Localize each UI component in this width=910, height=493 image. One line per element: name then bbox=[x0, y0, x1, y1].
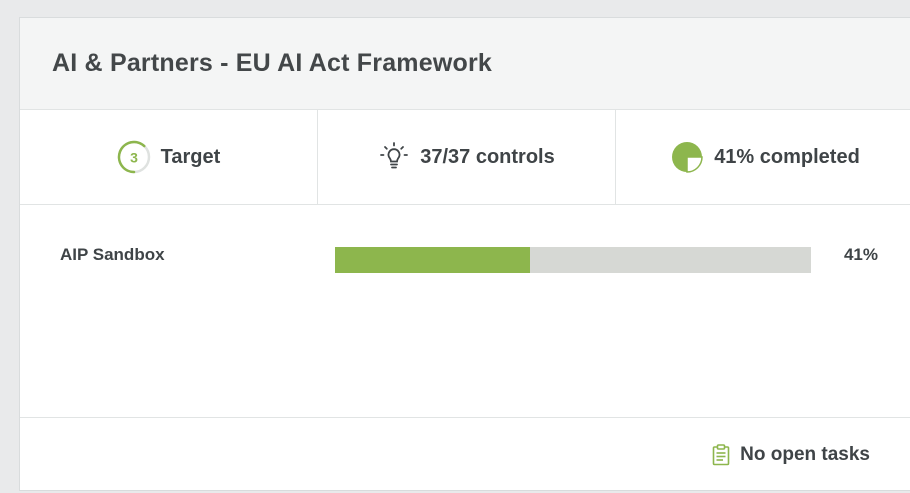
progress-bar bbox=[335, 247, 811, 273]
progress-row[interactable]: AIP Sandbox 41% bbox=[20, 245, 910, 273]
clipboard-icon bbox=[712, 444, 730, 466]
row-percent: 41% bbox=[843, 245, 878, 264]
open-tasks-label[interactable]: No open tasks bbox=[740, 444, 870, 466]
target-number: 3 bbox=[130, 150, 138, 166]
completed-label: 41% completed bbox=[714, 145, 860, 168]
progress-bar-fill bbox=[335, 247, 531, 273]
progress-list: AIP Sandbox 41% bbox=[20, 205, 910, 418]
card-title[interactable]: AI & Partners - EU AI Act Framework bbox=[52, 49, 492, 78]
target-label: Target bbox=[160, 145, 221, 168]
stats-bar: 3 Target 37/37 controls 41% completed bbox=[20, 110, 910, 205]
row-label: AIP Sandbox bbox=[60, 245, 165, 264]
lightbulb-icon bbox=[378, 141, 410, 173]
card-header: AI & Partners - EU AI Act Framework bbox=[20, 18, 910, 110]
stat-completed[interactable]: 41% completed bbox=[616, 110, 910, 204]
controls-label: 37/37 controls bbox=[420, 145, 555, 168]
stat-target[interactable]: 3 Target bbox=[20, 110, 318, 204]
pie-chart-icon bbox=[670, 140, 704, 174]
framework-card: AI & Partners - EU AI Act Framework 3 Ta… bbox=[19, 17, 910, 491]
stat-controls[interactable]: 37/37 controls bbox=[318, 110, 616, 204]
target-ring-icon: 3 bbox=[117, 140, 151, 174]
card-footer: No open tasks bbox=[20, 418, 910, 490]
